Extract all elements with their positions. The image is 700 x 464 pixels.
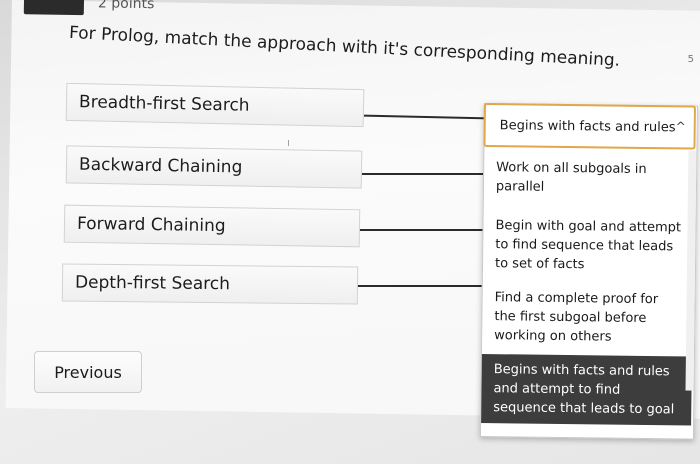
term-breadth-first-search: Breadth-first Search [65,82,365,128]
dropdown-option-3[interactable]: Find a complete proof for the first subg… [482,288,693,348]
chevron-up-icon[interactable]: ^ [676,119,686,133]
points-label: 2 points [97,0,155,13]
dropdown-scrollbar[interactable] [685,150,697,391]
connector-line-4 [358,285,486,287]
points-tab [23,0,85,16]
connector-line-2 [362,173,486,175]
term-label: Breadth-first Search [78,92,250,116]
previous-button[interactable]: Previous [34,351,142,393]
term-forward-chaining: Forward Chaining [63,204,361,248]
divider-tick [288,140,289,146]
side-mark: 5 [687,54,694,65]
answer-select[interactable]: Begins with facts and rules ^ [483,103,696,150]
option-label: Begin with goal and attempt to find sequ… [494,218,682,273]
option-label: Find a complete proof for the first subg… [494,290,659,345]
question-text: For Prolog, match the approach with it's… [68,22,621,71]
answer-dropdown-menu[interactable]: Begins with facts and rules ^ Work on al… [479,103,698,440]
dropdown-option-1[interactable]: Work on all subgoals in parallel [484,158,694,199]
term-depth-first-search: Depth-first Search [61,263,359,305]
selected-value: Begins with facts and rules [499,118,676,136]
term-label: Backward Chaining [78,154,243,178]
dropdown-option-2[interactable]: Begin with goal and attempt to find sequ… [483,216,694,276]
connector-line-3 [360,229,486,231]
term-label: Forward Chaining [76,213,226,237]
term-label: Depth-first Search [74,272,231,295]
option-label: Work on all subgoals in parallel [495,160,647,195]
option-label: Begins with facts and rules and attempt … [493,362,675,418]
dropdown-option-4[interactable]: Begins with facts and rules and attempt … [481,353,692,426]
term-backward-chaining: Backward Chaining [65,145,363,189]
